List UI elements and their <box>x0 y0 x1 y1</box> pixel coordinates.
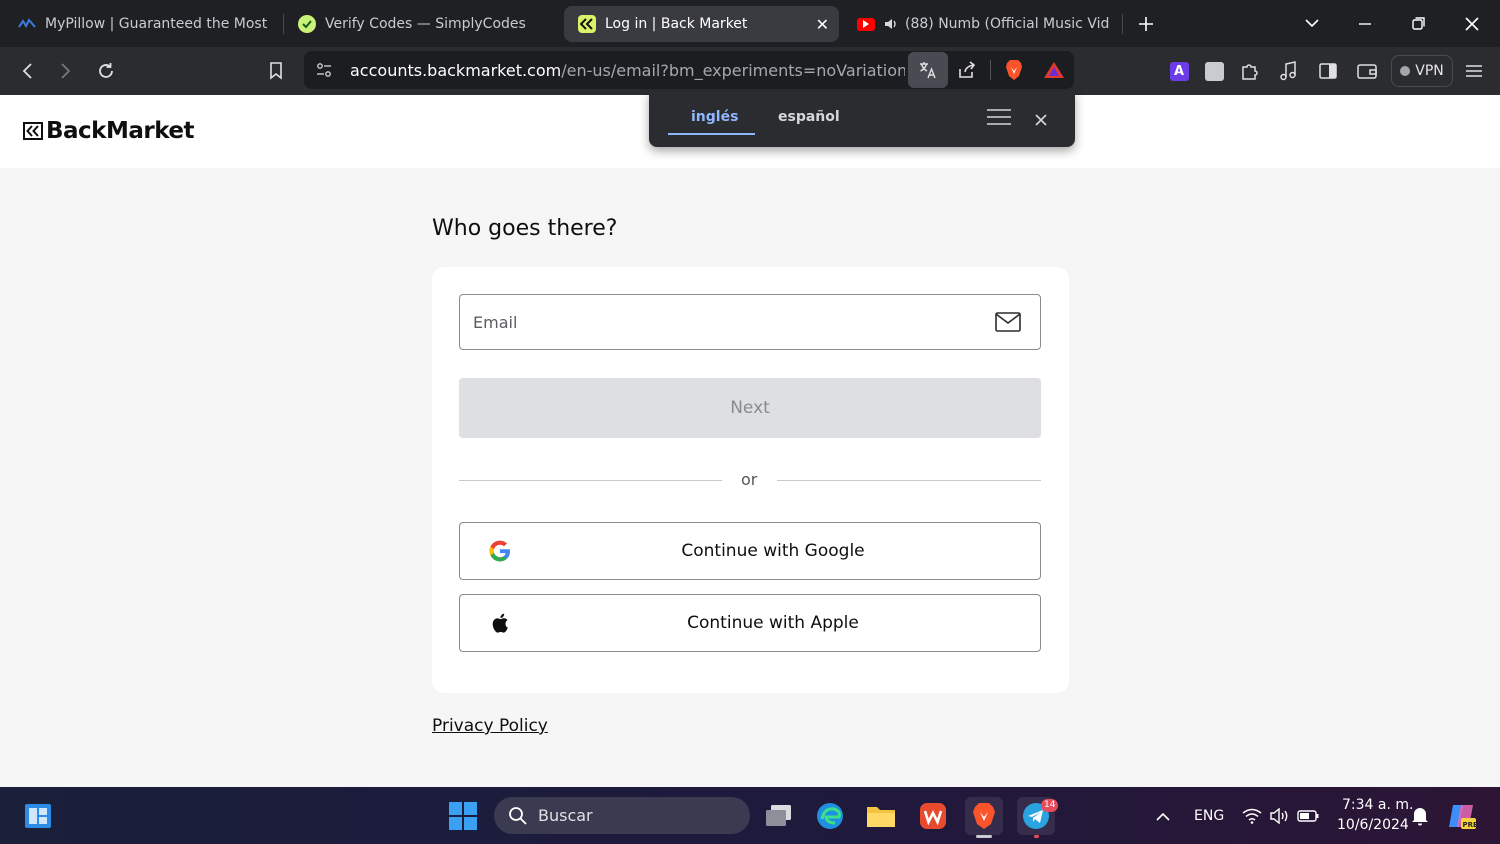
media-music-note-icon[interactable] <box>1273 56 1303 86</box>
email-field[interactable] <box>459 294 1041 350</box>
privacy-policy-link[interactable]: Privacy Policy <box>432 716 548 736</box>
tab-simplycodes[interactable]: Verify Codes — SimplyCodes <box>284 6 556 42</box>
close-window-icon[interactable] <box>1446 0 1498 47</box>
tab-youtube[interactable]: (88) Numb (Official Music Video) <box>843 6 1119 42</box>
show-hidden-icons-chevron-up-icon[interactable] <box>1144 797 1182 835</box>
bookmark-icon[interactable] <box>261 56 291 86</box>
tab-title: (88) Numb (Official Music Video) <box>905 16 1109 32</box>
continue-with-apple-button[interactable]: Continue with Apple <box>459 594 1041 652</box>
tab-title: Verify Codes — SimplyCodes <box>325 16 526 32</box>
reload-icon[interactable] <box>91 56 121 86</box>
address-bar[interactable]: accounts.backmarket.com/en-us/email?bm_e… <box>304 51 1074 89</box>
new-tab-icon[interactable] <box>1120 0 1172 47</box>
taskbar-search-box[interactable]: Buscar <box>494 797 750 834</box>
tab-backmarket[interactable]: Log in | Back Market ✕ <box>564 6 839 42</box>
clock-date[interactable]: 10/6/2024 <box>1337 817 1409 833</box>
site-settings-icon[interactable] <box>316 62 332 82</box>
youtube-favicon-icon <box>857 17 875 31</box>
urlbar-separator <box>990 60 991 80</box>
copilot-icon[interactable]: PRE <box>1443 797 1481 835</box>
input-language-indicator[interactable]: ENG <box>1194 808 1224 824</box>
back-arrow-icon[interactable] <box>12 56 42 86</box>
translate-lang-other[interactable]: español <box>778 109 840 125</box>
mypillow-favicon-icon <box>18 15 36 33</box>
share-icon[interactable] <box>957 60 977 84</box>
page-title: Who goes there? <box>432 216 618 241</box>
minimize-window-icon[interactable] <box>1339 0 1391 47</box>
windows-start-icon[interactable] <box>444 797 482 835</box>
vpn-status-dot-icon <box>1400 66 1411 76</box>
simplycodes-favicon-icon <box>298 15 316 33</box>
translate-options-menu-icon[interactable] <box>987 108 1011 130</box>
telegram-unread-badge: 14 <box>1041 799 1059 812</box>
tab-title: Log in | Back Market <box>605 16 748 32</box>
translate-close-icon[interactable] <box>1035 111 1047 130</box>
logo-text: BackMarket <box>46 118 195 144</box>
translate-lang-selected[interactable]: inglés <box>691 109 738 125</box>
forward-arrow-icon[interactable] <box>51 56 81 86</box>
backmarket-logo-mark-icon <box>23 122 43 140</box>
vpn-button[interactable]: VPN <box>1391 55 1453 87</box>
login-card: Next or Continue with Google Continue wi… <box>432 267 1069 693</box>
translate-tab-underline <box>668 133 755 135</box>
audio-playing-icon[interactable] <box>884 18 898 30</box>
menu-hamburger-icon[interactable] <box>1459 56 1489 86</box>
divider-right <box>777 480 1041 481</box>
divider-left <box>459 480 722 481</box>
vpn-label: VPN <box>1415 63 1444 79</box>
apple-button-label: Continue with Apple <box>687 613 859 633</box>
next-button[interactable]: Next <box>459 378 1041 438</box>
battery-icon[interactable] <box>1289 797 1327 835</box>
extension-image-icon[interactable] <box>1199 56 1229 86</box>
extensions-puzzle-icon[interactable] <box>1235 56 1265 86</box>
email-input[interactable] <box>473 309 973 335</box>
close-tab-icon[interactable]: ✕ <box>816 15 829 34</box>
wallet-icon[interactable] <box>1352 56 1382 86</box>
browser-toolbar: accounts.backmarket.com/en-us/email?bm_e… <box>0 47 1500 95</box>
telegram-icon[interactable]: 14 <box>1017 797 1059 838</box>
file-explorer-icon[interactable] <box>862 797 900 835</box>
brave-shields-icon[interactable] <box>1004 59 1024 85</box>
tab-list-chevron-down-icon[interactable] <box>1286 0 1338 47</box>
google-button-label: Continue with Google <box>681 541 865 561</box>
backmarket-favicon-icon <box>578 15 596 33</box>
url-text[interactable]: accounts.backmarket.com/en-us/email?bm_e… <box>350 61 905 80</box>
tab-mypillow[interactable]: MyPillow | Guaranteed the Most Com <box>4 6 278 42</box>
envelope-icon <box>995 312 1021 332</box>
windows-taskbar: Buscar 14 ENG 7:34 a. m. 10/6/2024 PRE <box>0 787 1500 844</box>
browser-tab-strip: MyPillow | Guaranteed the Most Com Verif… <box>0 0 1500 47</box>
brave-browser-taskbar-icon[interactable] <box>965 797 1003 838</box>
backmarket-logo[interactable]: BackMarket <box>23 118 195 144</box>
svg-text:PRE: PRE <box>1463 821 1478 829</box>
or-divider-label: or <box>741 470 758 489</box>
task-view-icon[interactable] <box>760 797 798 835</box>
sidebar-toggle-icon[interactable] <box>1313 56 1343 86</box>
brave-rewards-icon[interactable] <box>1043 61 1065 83</box>
edge-browser-icon[interactable] <box>811 797 849 835</box>
search-icon <box>509 806 527 825</box>
url-path: /en-us/email?bm_experiments=noVariation&… <box>561 61 905 80</box>
extension-a-icon[interactable]: A <box>1164 56 1194 86</box>
widgets-icon[interactable] <box>19 797 57 835</box>
translate-popup: inglés español <box>649 91 1075 147</box>
translate-page-icon[interactable] <box>908 52 948 88</box>
notifications-bell-icon[interactable] <box>1401 797 1439 835</box>
tab-title: MyPillow | Guaranteed the Most Com <box>45 16 268 32</box>
url-domain: accounts.backmarket.com <box>350 61 562 80</box>
continue-with-google-button[interactable]: Continue with Google <box>459 522 1041 580</box>
taskbar-search-placeholder: Buscar <box>538 806 593 825</box>
wps-office-icon[interactable] <box>914 797 952 835</box>
restore-window-icon[interactable] <box>1392 0 1444 47</box>
